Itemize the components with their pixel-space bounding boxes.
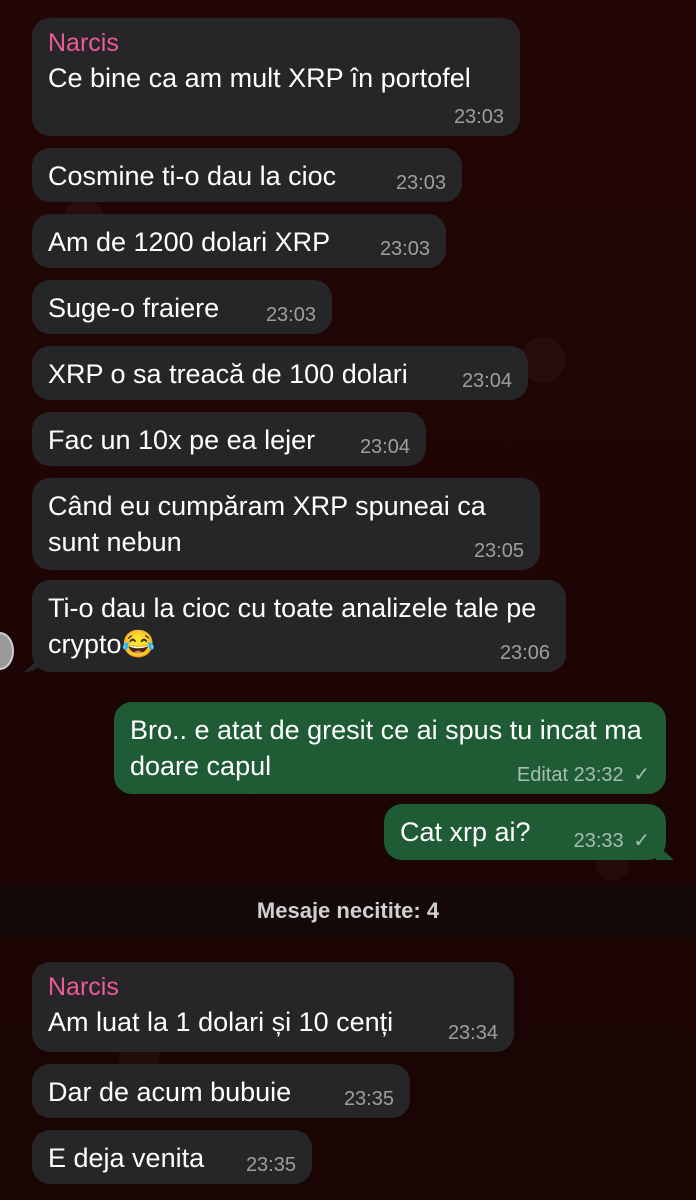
message-text: XRP o sa treacă de 100 dolari [48,359,408,389]
outgoing-message-bubble[interactable]: Bro.. e atat de gresit ce ai spus tu inc… [114,702,666,794]
message-time: 23:35 [343,1088,394,1110]
sender-name[interactable]: Narcis [48,28,504,58]
unread-label: Mesaje necitite: 4 [256,898,440,923]
message-bubble[interactable]: Cosmine ti-o dau la cioc 23:03 [32,148,462,202]
message-text: Ti-o dau la cioc cu toate analizele tale… [48,593,537,659]
sender-name[interactable]: Narcis [48,972,498,1002]
message-bubble[interactable]: E deja venita 23:35 [32,1130,312,1184]
message-bubble[interactable]: Suge-o fraiere 23:03 [32,280,332,334]
message-meta: Editat 23:32 ✓ [517,764,650,786]
message-text: Când eu cumpăram XRP spuneai ca sunt neb… [48,491,486,557]
read-check-icon: ✓ [633,830,650,852]
message-text: E deja venita [48,1143,205,1173]
message-bubble[interactable]: Când eu cumpăram XRP spuneai ca sunt neb… [32,478,540,570]
unread-messages-divider: Mesaje necitite: 4 [0,885,696,937]
bubble-tail [656,844,674,860]
edited-label: Editat [516,764,569,786]
message-text: Fac un 10x pe ea lejer [48,425,316,455]
message-time: 23:03 [395,172,446,194]
message-bubble[interactable]: Narcis Am luat la 1 dolari și 10 cenți 2… [32,962,514,1052]
message-text: Cosmine ti-o dau la cioc [48,161,337,191]
message-text: Am de 1200 dolari XRP [48,227,331,257]
message-bubble[interactable]: XRP o sa treacă de 100 dolari 23:04 [32,346,528,400]
message-meta: 23:33 ✓ [574,830,650,852]
message-time: 23:03 [265,304,316,326]
bubble-tail [24,656,42,672]
outgoing-message-bubble[interactable]: Cat xrp ai? 23:33 ✓ [384,804,674,860]
message-text: Suge-o fraiere [48,293,220,323]
read-check-icon: ✓ [633,764,650,786]
message-time: 23:35 [245,1154,296,1176]
message-text: Ce bine ca am mult XRP în portofel [48,63,471,93]
message-text: Cat xrp ai? [400,817,531,847]
message-time: 23:05 [473,540,524,562]
message-text: Am luat la 1 dolari și 10 cenți [48,1007,394,1037]
message-text: Dar de acum bubuie [48,1077,292,1107]
message-time: 23:34 [447,1022,498,1044]
message-bubble[interactable]: Fac un 10x pe ea lejer 23:04 [32,412,426,466]
message-time: 23:06 [499,642,550,664]
message-time: 23:32 [573,764,624,786]
message-bubble[interactable]: Narcis Ce bine ca am mult XRP în portofe… [32,18,520,136]
message-bubble[interactable]: Dar de acum bubuie 23:35 [32,1064,410,1118]
message-time: 23:04 [359,436,410,458]
message-bubble[interactable]: Ti-o dau la cioc cu toate analizele tale… [24,580,566,672]
message-time: 23:04 [461,370,512,392]
message-time: 23:03 [379,238,430,260]
message-time: 23:03 [453,106,504,128]
message-time: 23:33 [573,830,624,852]
avatar[interactable] [0,632,14,670]
message-bubble[interactable]: Am de 1200 dolari XRP 23:03 [32,214,446,268]
